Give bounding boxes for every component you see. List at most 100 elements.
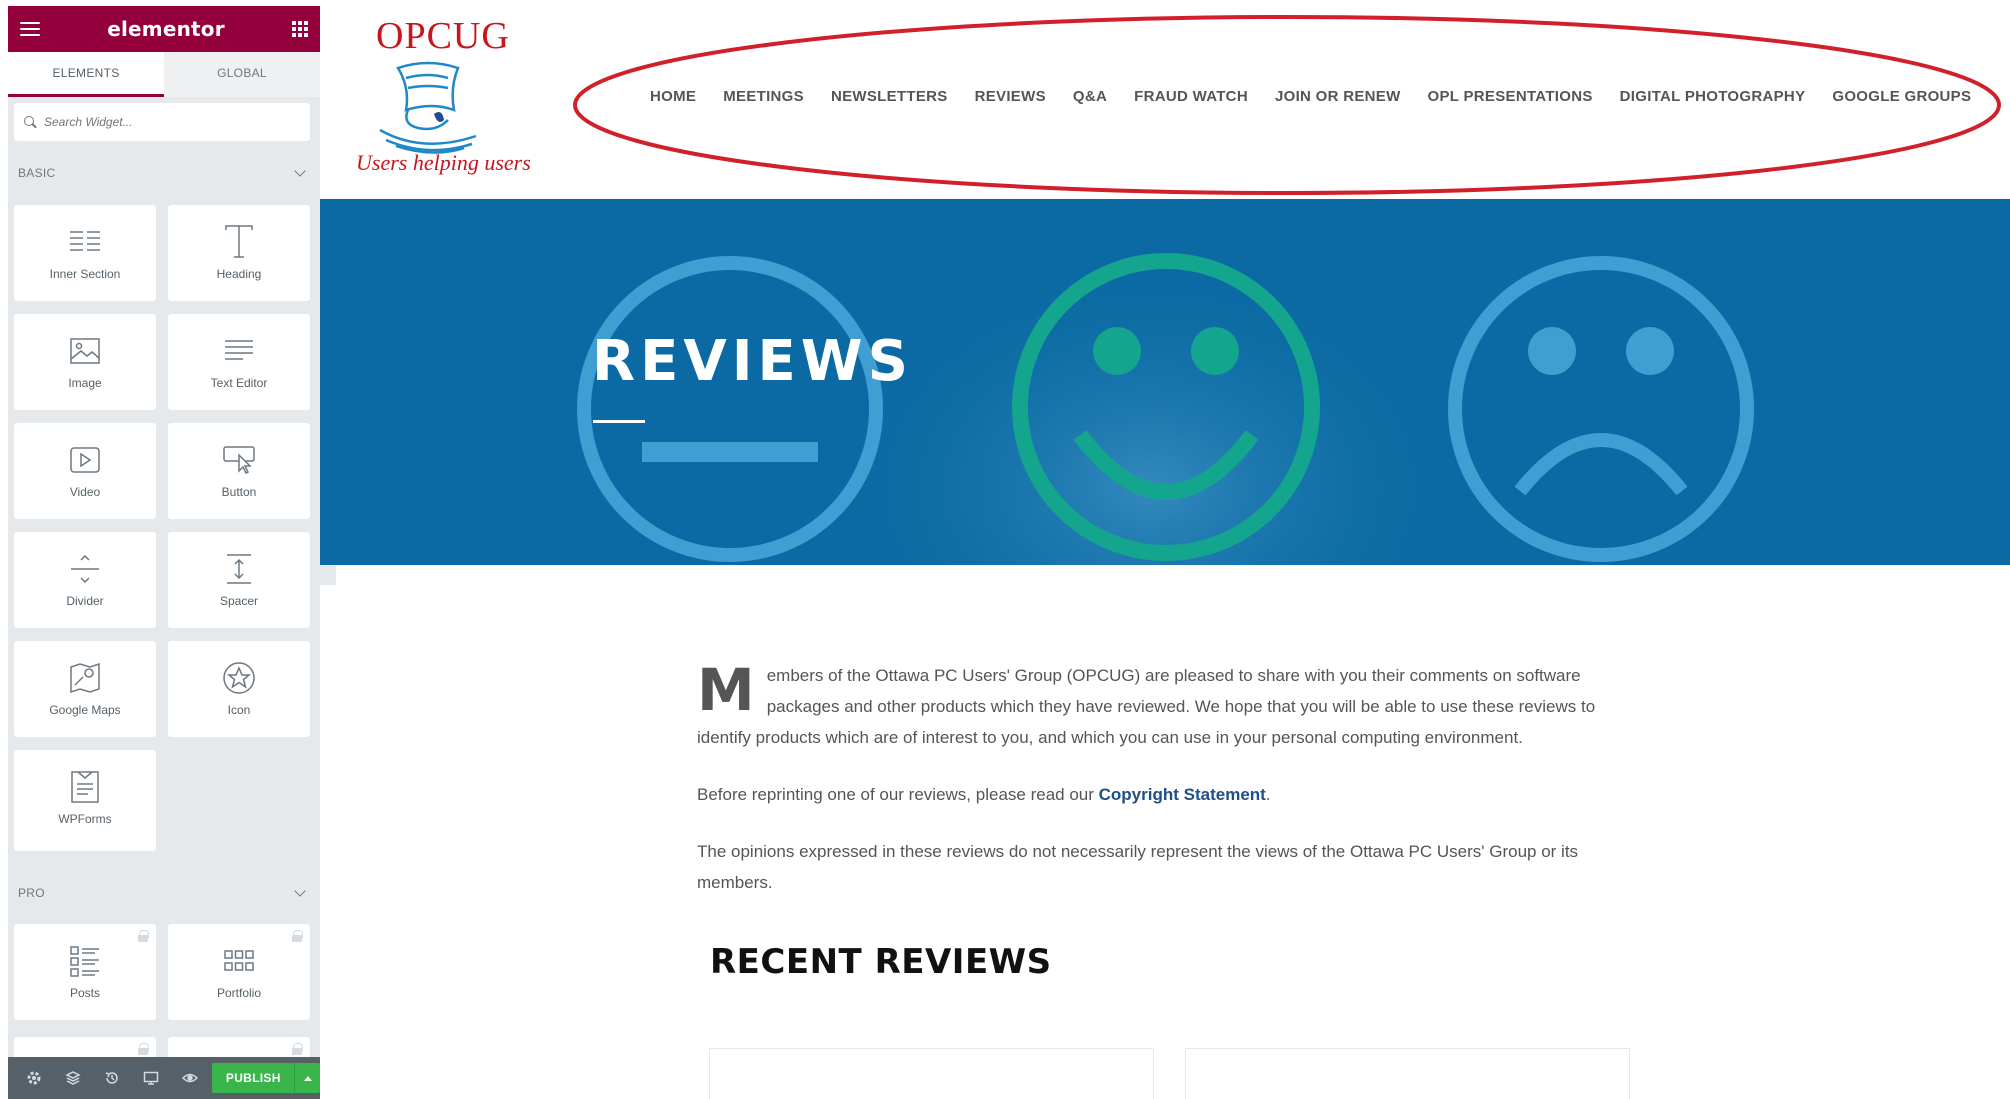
widget-portfolio[interactable]: Portfolio [168,924,310,1020]
nav-google-groups[interactable]: GOOGLE GROUPS [1832,88,1971,105]
divider-icon [71,554,99,584]
widget-posts[interactable]: Posts [14,924,156,1020]
nav-digital-photography[interactable]: DIGITAL PHOTOGRAPHY [1620,88,1806,105]
lock-icon [138,930,149,942]
intro-paragraph: Members of the Ottawa PC Users' Group (O… [697,660,1632,753]
wpforms-icon [71,771,99,803]
category-basic-label: BASIC [18,166,56,180]
review-card[interactable] [1185,1048,1630,1099]
copyright-statement-link[interactable]: Copyright Statement [1099,785,1266,804]
widget-heading[interactable]: Heading [168,205,310,301]
widget-wpforms[interactable]: WPForms [14,750,156,851]
apps-grid-icon[interactable] [292,21,308,37]
map-icon [70,662,100,694]
search-icon [24,116,36,128]
widget-google-maps[interactable]: Google Maps [14,641,156,737]
widget-divider[interactable]: Divider [14,532,156,628]
category-pro[interactable]: PRO [18,885,310,900]
logo-scroll-icon [379,61,477,154]
reprint-text: Before reprinting one of our reviews, pl… [697,785,1094,804]
widget-label: Icon [227,703,251,717]
search-widget-input[interactable] [44,115,284,129]
heading-icon [225,225,253,258]
spacer-icon [227,554,251,584]
widget-icon[interactable]: Icon [168,641,310,737]
widget-label: Video [69,485,101,499]
widget-label: Inner Section [49,267,121,281]
nav-qa[interactable]: Q&A [1073,88,1107,105]
inner-section-icon [70,231,100,251]
hero-faces-image [577,199,1754,565]
video-icon [70,447,100,473]
logo-tagline: Users helping users [356,150,531,175]
nav-fraud-watch[interactable]: FRAUD WATCH [1134,88,1248,105]
nav-opl-presentations[interactable]: OPL PRESENTATIONS [1428,88,1593,105]
widget-label: Image [68,376,102,390]
lock-icon [292,1043,303,1055]
preview-eye-icon[interactable] [171,1057,210,1099]
widget-image[interactable]: Image [14,314,156,410]
portfolio-icon [224,950,254,971]
button-icon [223,446,255,475]
nav-reviews[interactable]: REVIEWS [975,88,1046,105]
dropcap-letter: M [697,656,755,724]
reprint-end: . [1265,785,1271,804]
settings-gear-icon[interactable] [14,1057,53,1099]
recent-reviews-heading: RECENT REVIEWS [710,942,1052,982]
widget-label: Google Maps [49,703,121,717]
search-widget-box[interactable] [14,103,310,141]
main-nav: HOME MEETINGS NEWSLETTERS REVIEWS Q&A FR… [650,88,1998,105]
widget-video[interactable]: Video [14,423,156,519]
widget-label: Button [221,485,257,499]
page-content: Members of the Ottawa PC Users' Group (O… [697,660,1632,924]
intro-text: embers of the Ottawa PC Users' Group (OP… [697,666,1596,747]
nav-meetings[interactable]: MEETINGS [723,88,804,105]
tab-elements[interactable]: ELEMENTS [8,52,164,97]
lock-icon [292,930,303,942]
menu-icon[interactable] [20,22,40,36]
posts-icon [70,946,99,977]
nav-newsletters[interactable]: NEWSLETTERS [831,88,948,105]
widget-text-editor[interactable]: Text Editor [168,314,310,410]
panel-tabs: ELEMENTS GLOBAL [8,52,320,97]
widget-label: Heading [216,267,262,281]
image-icon [70,338,100,364]
opinion-text: The opinions expressed in these reviews … [697,842,1579,892]
review-card[interactable] [709,1048,1154,1099]
panel-footer: PUBLISH [8,1057,320,1099]
nav-join-or-renew[interactable]: JOIN OR RENEW [1275,88,1401,105]
widget-spacer[interactable]: Spacer [168,532,310,628]
widget-inner-section[interactable]: Inner Section [14,205,156,301]
widget-label: Portfolio [216,986,262,1000]
reprint-paragraph: Before reprinting one of our reviews, pl… [697,779,1632,810]
widget-label: Divider [66,594,104,608]
tab-global[interactable]: GLOBAL [164,52,320,97]
widget-label: Text Editor [210,376,268,390]
widget-button[interactable]: Button [168,423,310,519]
star-icon [223,662,255,694]
publish-options-icon[interactable] [294,1063,320,1093]
text-editor-icon [225,340,253,360]
widget-label: Posts [69,986,100,1000]
elementor-logo: elementor [107,17,225,41]
chevron-down-icon [294,165,306,177]
hero-banner: REVIEWS [320,199,2010,565]
elementor-panel: elementor ELEMENTS GLOBAL BASIC Inner Se… [8,6,320,1099]
publish-button[interactable]: PUBLISH [212,1063,295,1093]
category-pro-label: PRO [18,886,45,900]
widget-label: WPForms [58,812,112,826]
panel-header: elementor [8,6,320,52]
red-annotation-ellipse [573,15,2001,195]
history-icon[interactable] [92,1057,131,1099]
page-title: REVIEWS [592,329,913,394]
logo-brand-text: OPCUG [376,15,510,57]
title-underline [593,420,645,423]
navigator-layers-icon[interactable] [53,1057,92,1099]
responsive-desktop-icon[interactable] [132,1057,171,1099]
chevron-down-icon [294,885,306,897]
category-basic[interactable]: BASIC [18,165,310,180]
opinion-paragraph: The opinions expressed in these reviews … [697,836,1632,898]
site-logo[interactable]: OPCUG Users helping users [354,14,531,184]
widget-label: Spacer [219,594,259,608]
nav-home[interactable]: HOME [650,88,696,105]
